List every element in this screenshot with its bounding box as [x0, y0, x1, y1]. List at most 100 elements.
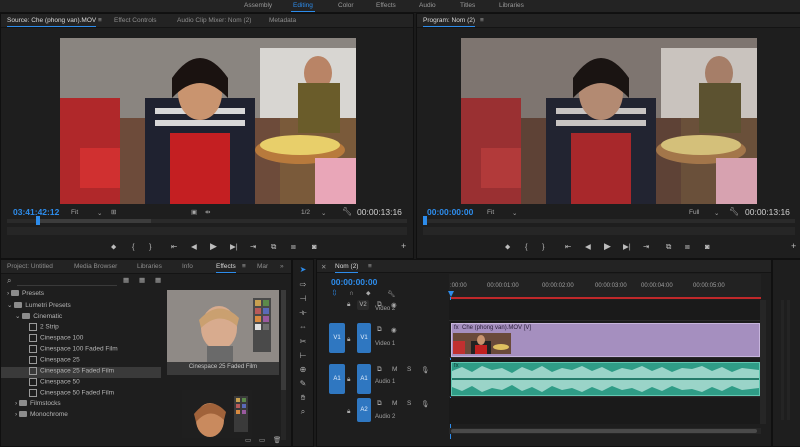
- tree-item[interactable]: › Monochrome: [1, 411, 161, 422]
- microphone-icon[interactable]: 🎙︎: [421, 366, 429, 374]
- lift-icon[interactable]: ⧉: [666, 242, 671, 252]
- work-area-bar[interactable]: [451, 297, 761, 299]
- accelerated-effects-icon[interactable]: ▦: [123, 276, 129, 284]
- hand-tool-icon[interactable]: ✋︎: [296, 393, 310, 405]
- tree-item-selected[interactable]: Cinespace 25 Faded Film: [1, 367, 161, 378]
- audio-clip[interactable]: fx: [451, 362, 760, 396]
- drag-video-icon[interactable]: ▣: [191, 208, 197, 216]
- track-target-v1[interactable]: V1: [357, 323, 371, 353]
- add-marker-icon[interactable]: ⬥: [366, 290, 371, 298]
- lock-icon[interactable]: 🔒︎: [347, 408, 350, 416]
- tree-item[interactable]: ⌄ Cinematic: [1, 312, 161, 323]
- effects-scrollbar[interactable]: [281, 290, 286, 440]
- sync-lock-icon[interactable]: ⧉: [377, 326, 382, 334]
- pen-tool-icon[interactable]: ✎: [296, 379, 310, 391]
- insert-icon[interactable]: ⧉: [271, 242, 276, 252]
- video-clip[interactable]: fx Che (phong van).MOV [V]: [451, 323, 760, 357]
- tree-item[interactable]: Cinespace 25: [1, 356, 161, 367]
- workspace-titles[interactable]: Titles: [460, 2, 475, 9]
- workspace-assembly[interactable]: Assembly: [244, 2, 272, 9]
- solo-button[interactable]: S: [407, 400, 411, 407]
- mute-button[interactable]: M: [392, 400, 397, 407]
- tree-item[interactable]: ⌄ Lumetri Presets: [1, 301, 161, 312]
- linked-selection-icon[interactable]: ∩: [349, 290, 354, 297]
- track-select-tool-icon[interactable]: ⇨: [296, 280, 310, 292]
- button-editor-plus-icon[interactable]: +: [791, 241, 796, 251]
- program-time-ruler[interactable]: [423, 219, 795, 223]
- panel-menu-icon[interactable]: ≡: [98, 17, 102, 24]
- tab-program[interactable]: Program: Nom (2): [423, 17, 476, 27]
- source-zoom-select[interactable]: Fit: [71, 209, 78, 216]
- lock-icon[interactable]: 🔒︎: [347, 336, 350, 344]
- tree-item[interactable]: › Filmstocks: [1, 400, 161, 411]
- slide-tool-icon[interactable]: ⊕: [296, 365, 310, 377]
- workspace-audio[interactable]: Audio: [419, 2, 436, 9]
- 32bit-effects-icon[interactable]: ▦: [139, 276, 145, 284]
- settings-icon[interactable]: ⊞: [111, 208, 116, 216]
- tab-audio-clip-mixer[interactable]: Audio Clip Mixer: Nom (2): [177, 17, 251, 24]
- panel-menu-icon[interactable]: ≡: [368, 263, 372, 270]
- tab-effects[interactable]: Effects: [216, 263, 236, 273]
- tree-item[interactable]: Cinespace 50: [1, 378, 161, 389]
- rate-stretch-tool-icon[interactable]: ⇔: [296, 322, 310, 334]
- tab-info[interactable]: Info: [182, 263, 193, 270]
- source-zoom-scrollbar[interactable]: [7, 227, 407, 235]
- wrench-icon[interactable]: 🔧︎: [729, 207, 739, 216]
- step-forward-icon[interactable]: ▶|: [623, 242, 631, 251]
- source-patch-v1[interactable]: V1: [329, 323, 345, 353]
- workspace-effects[interactable]: Effects: [376, 2, 396, 9]
- play-icon[interactable]: ▶: [210, 241, 217, 252]
- program-resolution-select[interactable]: Full: [689, 209, 699, 216]
- tab-project[interactable]: Project: Untitled: [7, 263, 53, 270]
- scrollbar-thumb[interactable]: [451, 429, 757, 433]
- workspace-color[interactable]: Color: [338, 2, 354, 9]
- effects-search-input[interactable]: [17, 276, 117, 286]
- workspace-editing[interactable]: Editing: [291, 2, 315, 12]
- go-to-in-icon[interactable]: ⇤: [565, 242, 571, 251]
- tab-metadata[interactable]: Metadata: [269, 17, 296, 24]
- slip-tool-icon[interactable]: ⊢: [296, 351, 310, 363]
- track-target-a2[interactable]: A2: [357, 398, 371, 422]
- trash-icon[interactable]: 🗑︎: [273, 436, 281, 444]
- export-frame-icon[interactable]: ◙: [705, 242, 710, 251]
- program-playhead-timecode[interactable]: 00:00:00:00: [427, 207, 473, 217]
- new-preset-icon[interactable]: ▭: [259, 436, 265, 444]
- tab-source[interactable]: Source: Che (phong van).MOV: [7, 17, 97, 27]
- mute-button[interactable]: M: [392, 366, 397, 373]
- more-tabs-icon[interactable]: »: [280, 263, 284, 270]
- tab-media-browser[interactable]: Media Browser: [74, 263, 117, 270]
- add-marker-icon[interactable]: ⬥: [111, 242, 116, 252]
- search-icon[interactable]: ⌕: [7, 276, 11, 286]
- source-playhead[interactable]: [36, 216, 40, 225]
- step-back-icon[interactable]: ◀: [191, 242, 197, 251]
- overwrite-icon[interactable]: ⧈: [291, 242, 296, 252]
- play-icon[interactable]: ▶: [604, 241, 611, 252]
- timeline-horizontal-scrollbar[interactable]: [449, 428, 761, 434]
- lock-icon[interactable]: 🔒︎: [347, 301, 350, 309]
- go-to-in-icon[interactable]: ⇤: [171, 242, 177, 251]
- chevron-down-icon[interactable]: ⌄: [512, 209, 517, 217]
- mark-out-icon[interactable]: }: [542, 242, 545, 251]
- workspace-libraries[interactable]: Libraries: [499, 2, 524, 9]
- scrollbar-thumb[interactable]: [281, 290, 286, 390]
- tab-effect-controls[interactable]: Effect Controls: [114, 17, 157, 24]
- go-to-out-icon[interactable]: ⇥: [643, 242, 649, 251]
- selection-tool-icon[interactable]: ➤: [296, 265, 310, 277]
- program-zoom-select[interactable]: Fit: [487, 209, 494, 216]
- step-back-icon[interactable]: ◀: [585, 242, 591, 251]
- track-lane-v2[interactable]: [449, 300, 761, 321]
- yuv-effects-icon[interactable]: ▦: [155, 276, 161, 284]
- rolling-edit-tool-icon[interactable]: ⟛: [296, 308, 310, 320]
- tree-item[interactable]: Cinespace 50 Faded Film: [1, 389, 161, 400]
- tree-item[interactable]: 2 Strip: [1, 323, 161, 334]
- track-lane-a2[interactable]: [449, 398, 761, 424]
- program-zoom-scrollbar[interactable]: [423, 227, 795, 235]
- mark-out-icon[interactable]: }: [149, 242, 152, 251]
- extract-icon[interactable]: ⧈: [685, 242, 690, 252]
- razor-tool-icon[interactable]: ✂: [296, 337, 310, 349]
- drag-audio-icon[interactable]: ⇹: [205, 208, 210, 216]
- export-frame-icon[interactable]: ◙: [312, 242, 317, 251]
- track-target-a1[interactable]: A1: [357, 364, 371, 394]
- panel-menu-icon[interactable]: ≡: [242, 263, 246, 270]
- new-bin-icon[interactable]: ▭: [245, 436, 251, 444]
